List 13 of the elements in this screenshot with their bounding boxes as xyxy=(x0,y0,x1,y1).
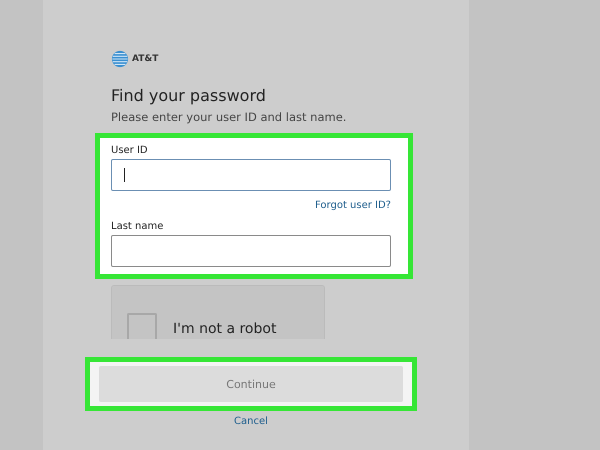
text-cursor xyxy=(124,168,125,182)
cancel-link[interactable]: Cancel xyxy=(234,416,268,427)
page-heading: Find your password xyxy=(111,86,266,105)
field-label: Last name xyxy=(111,221,164,232)
field-label: User ID xyxy=(111,145,149,156)
input-field[interactable] xyxy=(111,159,391,191)
brand-name: AT&T xyxy=(132,54,158,64)
instructions-text: Please enter your user ID and last name. xyxy=(111,110,346,124)
input-field[interactable] xyxy=(111,235,391,267)
forgot-link[interactable]: Forgot user ID? xyxy=(315,200,391,211)
captcha-checkbox[interactable] xyxy=(127,313,157,339)
globe-logo-icon xyxy=(111,50,129,68)
captcha-label: I'm not a robot xyxy=(173,321,276,339)
